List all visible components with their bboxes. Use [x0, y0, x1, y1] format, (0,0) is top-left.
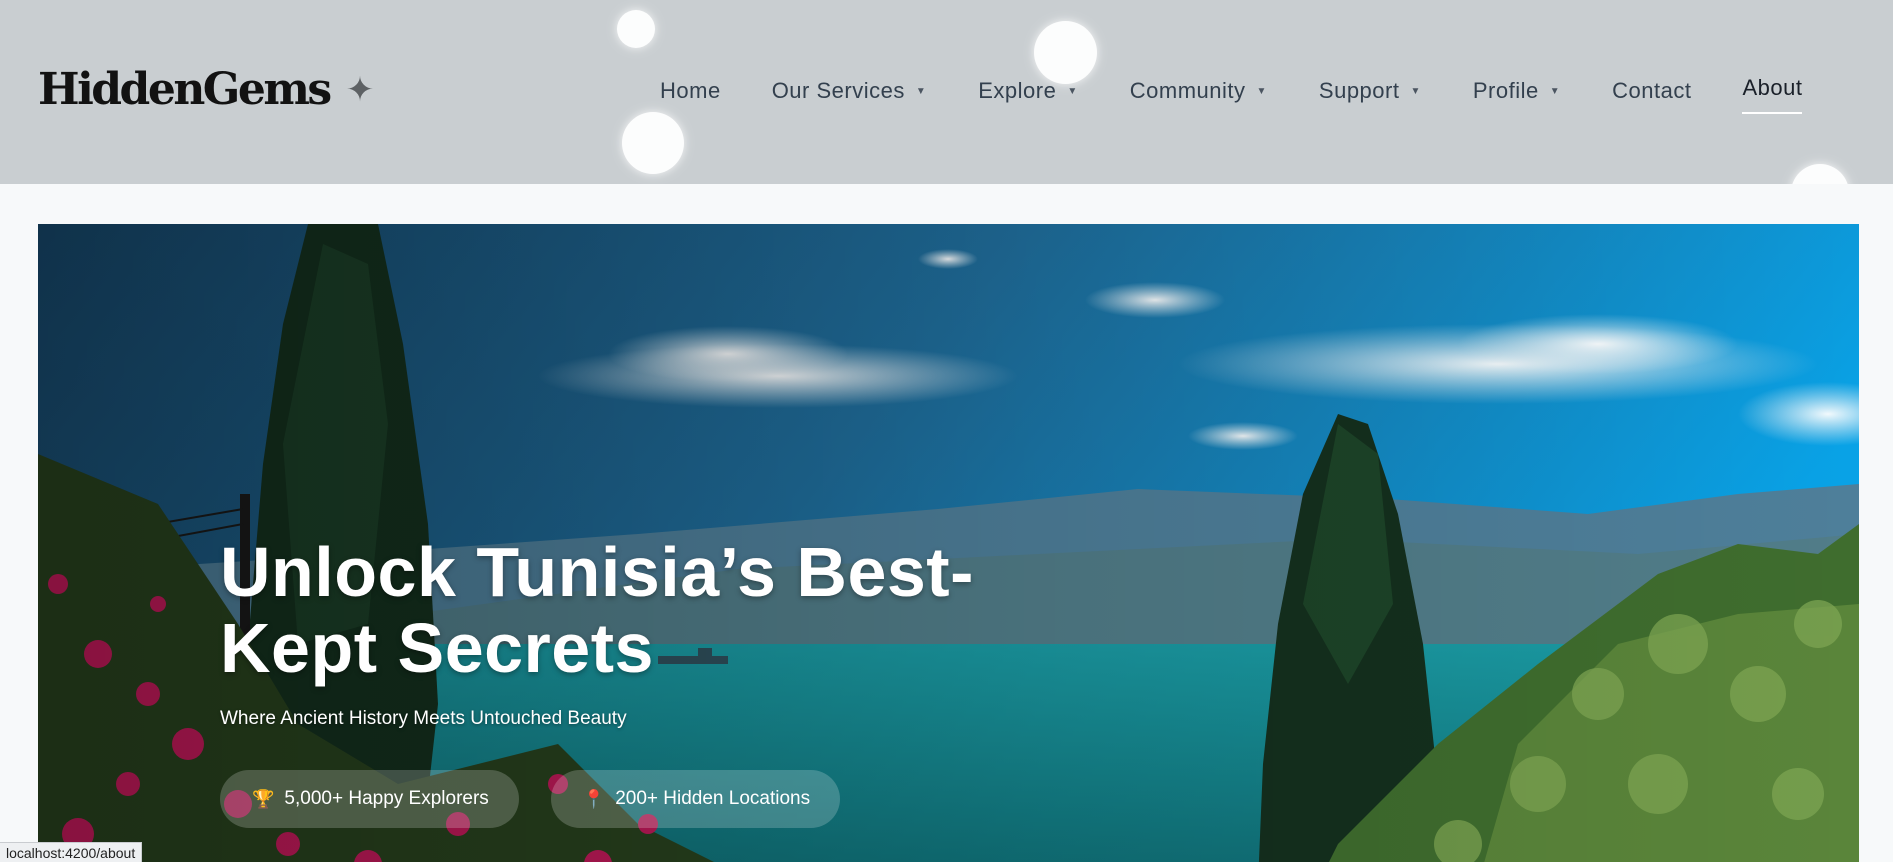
hero-banner: Unlock Tunisia’s Best-Kept Secrets Where…: [38, 224, 1859, 862]
hero-subtitle: Where Ancient History Meets Untouched Be…: [220, 708, 627, 729]
nav-item-label: Our Services: [771, 78, 905, 103]
stat-label: 200+ Hidden Locations: [615, 788, 811, 809]
stat-pill-explorers: 🏆 5,000+ Happy Explorers: [220, 770, 519, 828]
site-header: HiddenGems ✦ Home Our Services ▼ Explore…: [0, 0, 1893, 184]
stat-label: 5,000+ Happy Explorers: [284, 788, 489, 809]
pin-icon: 📍: [582, 788, 606, 809]
nav-item-community[interactable]: Community ▼: [1130, 78, 1267, 104]
decorative-bubble: [1034, 21, 1097, 84]
nav-item-label: Explore: [978, 78, 1057, 103]
nav-item-profile[interactable]: Profile ▼: [1473, 78, 1560, 104]
main-nav: Home Our Services ▼ Explore ▼ Community …: [660, 75, 1803, 114]
chevron-down-icon: ▼: [1549, 85, 1561, 97]
status-bar-url: localhost:4200/about: [0, 842, 143, 862]
chevron-down-icon: ▼: [1256, 85, 1267, 97]
nav-item-label: Support: [1318, 78, 1400, 103]
trophy-icon: 🏆: [252, 788, 275, 809]
chevron-down-icon: ▼: [1067, 85, 1078, 97]
brand-name: HiddenGems: [38, 64, 332, 115]
decorative-bubble: [622, 112, 684, 174]
nav-item-support[interactable]: Support ▼: [1319, 78, 1421, 104]
chevron-down-icon: ▼: [915, 85, 927, 97]
chevron-down-icon: ▼: [1410, 85, 1421, 97]
nav-item-label: Contact: [1612, 78, 1692, 103]
nav-item-about[interactable]: About: [1742, 75, 1803, 114]
stat-pill-locations: 📍 200+ Hidden Locations: [550, 770, 841, 828]
nav-item-home[interactable]: Home: [660, 78, 721, 104]
decorative-bubble: [1791, 164, 1849, 184]
hero-stats: 🏆 5,000+ Happy Explorers 📍 200+ Hidden L…: [220, 770, 872, 828]
nav-item-our-services[interactable]: Our Services ▼: [772, 78, 927, 104]
nav-item-label: Home: [660, 78, 721, 103]
brand-logo[interactable]: HiddenGems ✦: [38, 64, 374, 115]
sparkle-icon: ✦: [345, 70, 375, 109]
hero-title: Unlock Tunisia’s Best-Kept Secrets: [220, 533, 974, 687]
decorative-bubble: [617, 10, 655, 48]
nav-item-contact[interactable]: Contact: [1612, 78, 1691, 104]
nav-item-label: Profile: [1472, 78, 1539, 103]
nav-item-explore[interactable]: Explore ▼: [978, 78, 1078, 104]
nav-item-label: Community: [1129, 78, 1246, 103]
nav-item-label: About: [1742, 75, 1803, 100]
